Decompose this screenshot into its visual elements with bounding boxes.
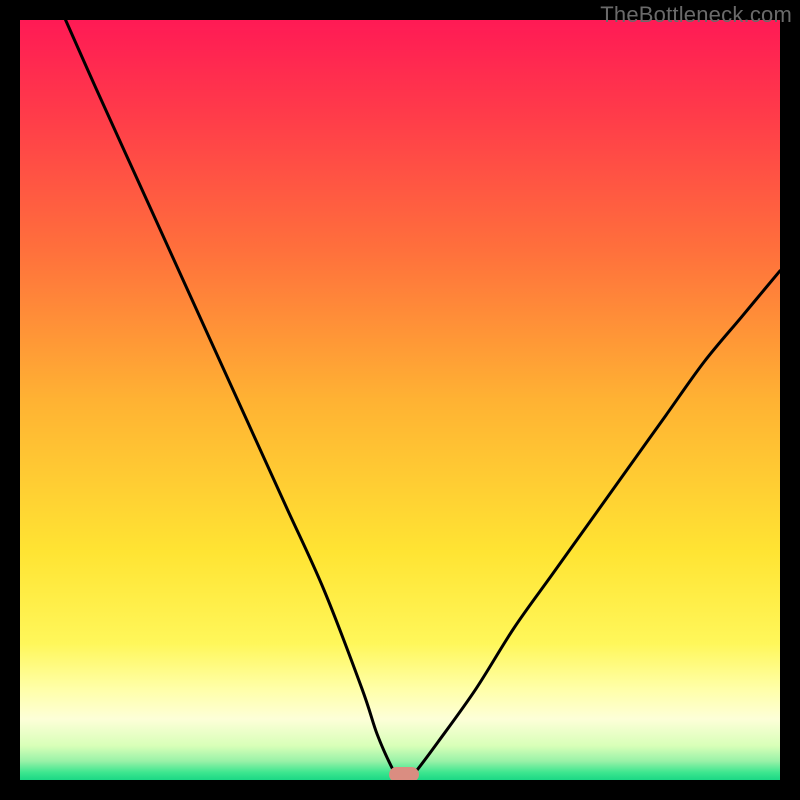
plot-area: [20, 20, 780, 780]
attribution-label: TheBottleneck.com: [600, 2, 792, 28]
chart-frame: TheBottleneck.com: [0, 0, 800, 800]
optimal-marker: [389, 767, 419, 780]
bottleneck-curve: [20, 20, 780, 780]
